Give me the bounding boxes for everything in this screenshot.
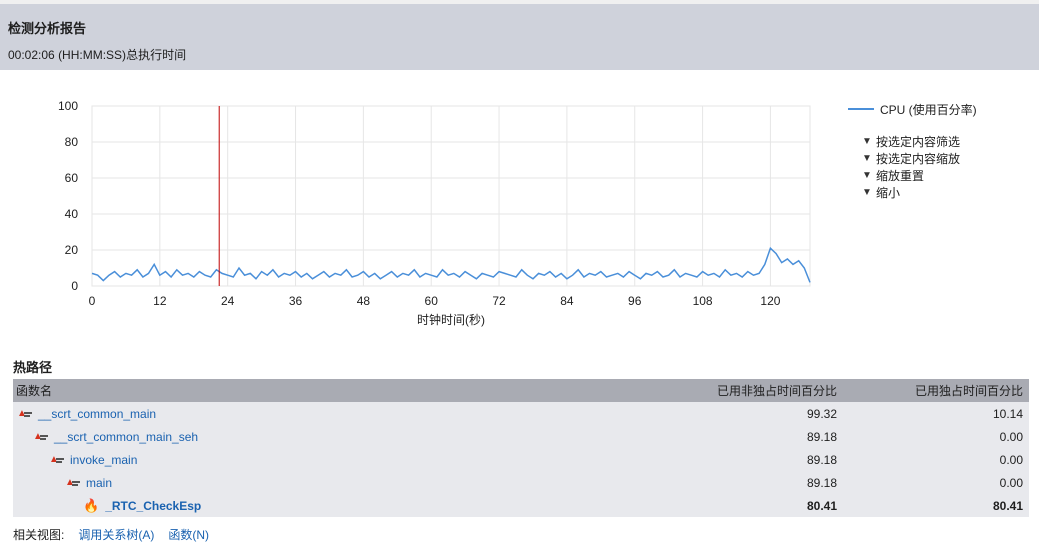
filter-by-selection-button[interactable]: ▼ 按选定内容筛选: [862, 133, 977, 150]
table-header: 函数名 已用非独占时间百分比 已用独占时间百分比: [13, 379, 1029, 402]
chart-actions: ▼ 按选定内容筛选 ▼ 按选定内容缩放 ▼ 缩放重置 ▼ 缩小: [848, 133, 977, 201]
hot-path-icon: ▲: [33, 431, 51, 443]
chart-grid: [91, 105, 811, 287]
x-tick-label: 72: [492, 294, 506, 308]
function-cell: ▲ invoke_main: [13, 448, 633, 471]
filter-icon: ▼: [862, 170, 872, 181]
x-tick-label: 12: [153, 294, 167, 308]
x-tick-label: 120: [760, 294, 780, 308]
report-title: 检测分析报告: [8, 21, 87, 36]
related-views-label: 相关视图:: [13, 528, 65, 542]
y-tick-label: 40: [65, 207, 79, 221]
related-views: 相关视图: 调用关系树(A) 函数(N): [13, 526, 209, 543]
zoom-reset-button[interactable]: ▼ 缩放重置: [862, 167, 977, 184]
hot-path-title: 热路径: [13, 360, 53, 375]
function-link[interactable]: __scrt_common_main: [38, 407, 156, 421]
x-tick-label: 36: [289, 294, 303, 308]
x-tick-label: 0: [89, 294, 96, 308]
functions-link[interactable]: 函数(N): [168, 526, 209, 543]
y-tick-label: 0: [71, 279, 78, 293]
hot-path-icon: ▲: [65, 477, 83, 489]
hot-path-icon: ▲: [49, 454, 67, 466]
filter-icon: ▼: [862, 136, 872, 147]
action-label: 按选定内容缩放: [876, 152, 961, 166]
action-label: 缩小: [876, 186, 901, 200]
action-label: 缩放重置: [876, 169, 925, 183]
x-axis-label: 时钟时间(秒): [417, 312, 485, 327]
zoom-by-selection-button[interactable]: ▼ 按选定内容缩放: [862, 150, 977, 167]
x-tick-label: 60: [425, 294, 439, 308]
x-tick-label: 48: [357, 294, 371, 308]
duration-value: 00:02:06: [8, 48, 55, 62]
column-header-inclusive[interactable]: 已用非独占时间百分比: [633, 382, 839, 399]
y-tick-label: 80: [65, 135, 79, 149]
exclusive-value: 80.41: [992, 498, 1023, 513]
x-tick-label: 96: [628, 294, 642, 308]
column-header-function[interactable]: 函数名: [13, 379, 633, 402]
chart-legend: CPU (使用百分率) ▼ 按选定内容筛选 ▼ 按选定内容缩放 ▼ 缩放重置 ▼…: [848, 100, 977, 201]
legend-item-cpu[interactable]: CPU (使用百分率): [848, 100, 977, 118]
action-label: 按选定内容筛选: [876, 135, 961, 149]
duration-label: 总执行时间: [126, 48, 187, 62]
legend-swatch: [848, 108, 874, 110]
filter-icon: ▼: [862, 187, 872, 198]
cpu-usage-chart[interactable]: 0 20 40 60 80 100 0 12 24 36 48 60 72 84 96 108 120 时钟时间…: [0, 90, 830, 335]
hot-path-table: 函数名 已用非独占时间百分比 已用独占时间百分比 ▲ __scrt_common…: [13, 379, 1029, 517]
exclusive-value: 0.00: [999, 475, 1023, 490]
function-link[interactable]: invoke_main: [70, 453, 137, 467]
function-link[interactable]: _RTC_CheckEsp: [105, 499, 201, 513]
inclusive-value: 80.41: [806, 498, 837, 513]
y-tick-label: 60: [65, 171, 79, 185]
exclusive-value: 0.00: [999, 429, 1023, 444]
table-row[interactable]: ▲ __scrt_common_main_seh 89.18 0.00: [13, 425, 1029, 448]
inclusive-value: 89.18: [806, 475, 837, 490]
filter-icon: ▼: [862, 153, 872, 164]
function-link[interactable]: main: [86, 476, 112, 490]
function-link[interactable]: __scrt_common_main_seh: [54, 430, 198, 444]
column-header-exclusive[interactable]: 已用独占时间百分比: [839, 382, 1029, 399]
exclusive-value: 0.00: [999, 452, 1023, 467]
inclusive-value: 99.32: [806, 406, 837, 421]
table-row[interactable]: ▲ __scrt_common_main 99.32 10.14: [13, 402, 1029, 425]
y-tick-label: 20: [65, 243, 79, 257]
total-duration: 00:02:06 (HH:MM:SS)总执行时间: [8, 46, 186, 63]
table-row[interactable]: ▲ main 89.18 0.00: [13, 471, 1029, 494]
report-header: 检测分析报告 00:02:06 (HH:MM:SS)总执行时间: [0, 4, 1039, 70]
flame-icon: 🔥: [83, 497, 100, 513]
legend-label: CPU (使用百分率): [880, 102, 977, 117]
function-cell: ▲ main: [13, 471, 633, 494]
x-tick-label: 84: [560, 294, 574, 308]
table-row[interactable]: 🔥 _RTC_CheckEsp 80.41 80.41: [13, 494, 1029, 517]
function-cell: ▲ __scrt_common_main_seh: [13, 425, 633, 448]
inclusive-value: 89.18: [806, 429, 837, 444]
zoom-out-button[interactable]: ▼ 缩小: [862, 184, 977, 201]
hot-path-icon: ▲: [17, 408, 35, 420]
inclusive-value: 89.18: [806, 452, 837, 467]
table-row[interactable]: ▲ invoke_main 89.18 0.00: [13, 448, 1029, 471]
duration-format: (HH:MM:SS): [58, 48, 127, 62]
x-tick-label: 24: [221, 294, 235, 308]
call-tree-link[interactable]: 调用关系树(A): [78, 526, 154, 543]
y-tick-label: 100: [58, 99, 78, 113]
function-cell: ▲ __scrt_common_main: [13, 402, 633, 425]
function-cell: 🔥 _RTC_CheckEsp: [13, 494, 633, 517]
exclusive-value: 10.14: [992, 406, 1023, 421]
x-tick-label: 108: [693, 294, 713, 308]
